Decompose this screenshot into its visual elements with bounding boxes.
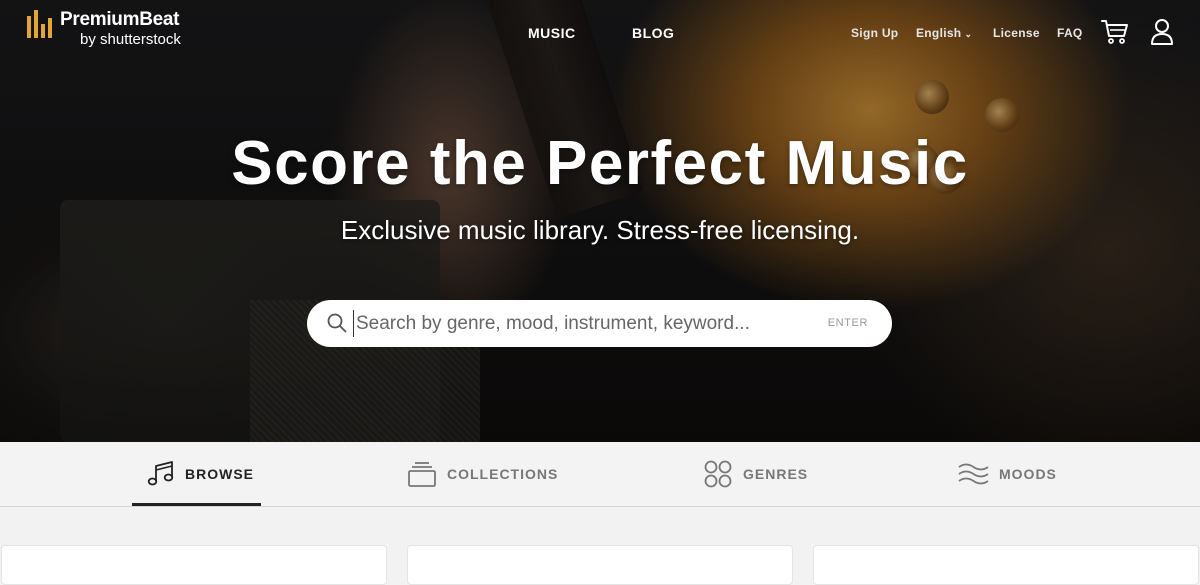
tab-collections[interactable]: COLLECTIONS — [407, 442, 558, 506]
hero-subtitle: Exclusive music library. Stress-free lic… — [340, 215, 860, 245]
premiumbeat-logo[interactable]: PremiumBeat by shutterstock — [27, 10, 181, 47]
tab-moods-label: MOODS — [999, 466, 1057, 482]
genres-icon — [704, 460, 732, 488]
enter-button[interactable]: ENTER — [828, 317, 868, 329]
logo-text: PremiumBeat by shutterstock — [60, 10, 181, 47]
sign-up-link[interactable]: Sign Up — [851, 26, 898, 40]
tab-genres-label: GENRES — [743, 466, 809, 482]
hero-search-bar: ENTER — [307, 300, 892, 347]
cart-icon[interactable] — [1101, 19, 1129, 45]
content-card[interactable] — [1, 545, 387, 585]
faq-link[interactable]: FAQ — [1057, 26, 1083, 40]
tab-genres[interactable]: GENRES — [703, 442, 808, 506]
language-label: English — [916, 26, 962, 40]
active-tab-indicator — [132, 503, 261, 506]
license-link[interactable]: License — [993, 26, 1040, 40]
logo-bars-icon — [27, 10, 52, 38]
top-nav: PremiumBeat by shutterstock MUSIC BLOG S… — [0, 0, 1200, 64]
content-card[interactable] — [407, 545, 793, 585]
search-icon — [327, 313, 347, 333]
tab-moods[interactable]: MOODS — [958, 442, 1057, 506]
logo-name: PremiumBeat — [60, 9, 180, 30]
user-icon[interactable] — [1150, 18, 1174, 46]
nav-blog-link[interactable]: BLOG — [632, 25, 674, 41]
chevron-down-icon: ⌄ — [964, 29, 973, 39]
language-select[interactable]: English ⌄ — [916, 26, 972, 40]
content-card[interactable] — [813, 545, 1199, 585]
tab-browse-label: BROWSE — [185, 466, 254, 482]
tab-browse[interactable]: BROWSE — [147, 442, 254, 506]
category-tabbar: BROWSE COLLECTIONS GENRES MOODS — [0, 442, 1200, 507]
nav-music-link[interactable]: MUSIC — [528, 25, 576, 41]
music-note-icon — [147, 461, 174, 486]
search-input[interactable] — [353, 310, 823, 337]
waves-icon — [958, 463, 989, 485]
logo-subtitle: by shutterstock — [80, 31, 181, 48]
tab-collections-label: COLLECTIONS — [447, 466, 559, 482]
hero-banner: PremiumBeat by shutterstock MUSIC BLOG S… — [0, 0, 1200, 442]
hero-title: Score the Perfect Music — [231, 129, 969, 198]
collections-icon — [408, 462, 436, 487]
